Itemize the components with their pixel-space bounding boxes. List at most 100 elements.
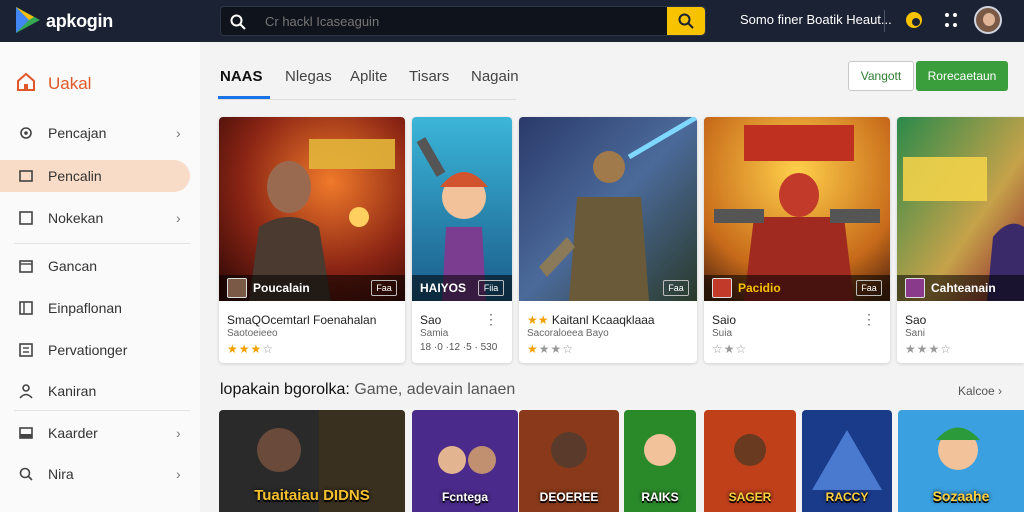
brand-name[interactable]: apkogin [46,11,113,32]
game-card[interactable]: Pacidio Faa Saio Suia ⋮ ☆★☆ [704,117,890,363]
card-thumbnail [905,278,925,298]
star-rating: ★★★☆ [905,342,953,356]
sidebar-item-home[interactable]: Uakal [0,66,200,100]
search-icon [19,467,33,481]
thumbnail-title: Tuaitaiau DIDNS [254,487,370,504]
card-subtitle: Sacoraloeea Bayo [527,328,609,339]
thumbnail-title: Fcntega [441,490,488,504]
search-icon [678,13,694,29]
game-artwork [412,117,512,301]
sidebar-item-9[interactable]: Nira › [0,458,200,490]
thumbnail-title: SAGER [728,490,772,504]
card-subtitle: Suia [712,328,733,339]
card-thumbnail [712,278,732,298]
thumbnail-title: RAIKS [641,490,679,504]
search-input[interactable] [255,7,665,35]
tab-2[interactable]: Nlegas [285,68,332,85]
sidebar: Uakal Pencajan › Pencalin Nokekan › Ganc… [0,42,200,512]
star-rating: ★★★☆ [227,342,275,356]
card-title: Sao [420,313,442,327]
sidebar-item-3[interactable]: Nokekan › [0,202,200,234]
card-caption-title: Poucalain [253,281,310,295]
tab-1[interactable]: NAAS [220,68,263,85]
search-icon [230,14,246,30]
more-vertical-icon[interactable]: ⋮ [484,312,498,326]
card-subtitle: Sani [905,328,926,339]
sidebar-item-4[interactable]: Gancan [0,250,200,282]
game-thumbnail[interactable]: Sozaahe [898,410,1024,512]
game-artwork [219,117,405,301]
game-card[interactable]: Faa ★★ Kaitanl Kcaaqklaaa Sacoraloeea Ba… [519,117,697,363]
thumbnail-title: RACCY [825,490,869,504]
divider [14,243,190,244]
more-vertical-icon[interactable]: ⋮ [862,312,876,326]
sidebar-item-7[interactable]: Kaniran [0,375,200,407]
game-artwork [519,117,697,301]
primary-button[interactable]: Rorecaetaun [916,61,1008,91]
calendar-icon [19,260,33,273]
avatar[interactable] [974,6,1002,34]
divider [884,10,885,32]
see-more-link[interactable]: Kalcoe › [958,384,1002,398]
card-caption-bar: Faa [519,275,697,301]
game-card[interactable]: Poucalain Faa SmaQOcemtarl Foenahalan Sa… [219,117,405,363]
chevron-right-icon: › [176,210,181,226]
sidebar-item-label: Pencalin [48,168,102,184]
card-caption-bar: Cahteanain [897,275,1024,301]
card-badge: Faa [856,280,882,296]
thumbnail-title: DEOEREE [539,490,599,504]
chevron-right-icon: › [176,425,181,441]
game-card[interactable]: HAIYOS Fiia Sao Samia ⋮ 18 ·0 ·12 ·5 · 5… [412,117,512,363]
game-thumbnail[interactable]: Tuaitaiau DIDNS [219,410,405,512]
sidebar-item-label: Nokekan [48,210,104,226]
secondary-button[interactable]: Vangott [848,61,914,91]
card-subtitle: Samia [420,328,449,339]
sidebar-home-label: Uakal [48,74,92,93]
sidebar-item-5[interactable]: Einpaflonan [0,292,200,324]
bookmark-icon [19,170,33,182]
tab-5[interactable]: Nagain [471,68,519,85]
game-thumbnail[interactable]: SAGER [704,410,796,512]
square-icon [19,211,33,225]
game-thumbnail[interactable]: RACCY [802,410,892,512]
grid-icon [19,301,33,315]
coin-icon[interactable] [904,10,924,30]
top-link[interactable]: Somo finer Boatik Heaut... [740,12,892,27]
sidebar-item-label: Gancan [48,258,98,274]
game-thumbnail[interactable]: Fcntega [412,410,518,512]
home-icon [17,72,35,91]
search-button[interactable] [667,7,705,35]
card-caption-title: HAIYOS [420,281,467,295]
app-logo-icon[interactable] [14,5,42,35]
game-card[interactable]: Cahteanain Sao Sani ★★★☆ [897,117,1024,363]
card-caption-bar: Pacidio Faa [704,275,890,301]
more-vertical-icon[interactable] [943,11,959,29]
section-title: lopakain bgorolka: Game, adevain lanaen [220,381,516,398]
tab-4[interactable]: Tisars [409,68,449,85]
card-title: ★★ Kaitanl Kcaaqklaaa [527,313,655,327]
sidebar-item-label: Kaniran [48,383,97,399]
card-thumbnail [227,278,247,298]
game-thumbnail[interactable]: DEOEREE [519,410,619,512]
category-tabs: NAAS Nlegas Aplite Tisars Nagain [218,60,519,100]
sidebar-item-label: Kaarder [48,425,98,441]
chevron-right-icon: › [176,125,181,141]
star-rating: ☆★☆ [712,342,748,356]
search-bar [220,6,706,36]
card-title: Saio [712,313,737,327]
user-icon [19,384,33,399]
tab-3[interactable]: Aplite [350,68,388,85]
star-rating: ★★★☆ [527,342,575,356]
divider [14,410,190,411]
sidebar-item-6[interactable]: Pervationger [0,334,200,366]
sidebar-item-label: Pervationger [48,342,128,358]
sidebar-item-label: Einpaflonan [48,300,122,316]
card-caption-title: Cahteanain [931,281,996,295]
game-thumbnail[interactable]: RAIKS [624,410,696,512]
sidebar-item-1[interactable]: Pencajan › [0,117,200,149]
chevron-right-icon: › [176,466,181,482]
sidebar-item-label: Pencajan [48,125,107,141]
sidebar-item-2[interactable]: Pencalin [0,160,190,192]
divider [218,99,516,100]
sidebar-item-8[interactable]: Kaarder › [0,417,200,449]
